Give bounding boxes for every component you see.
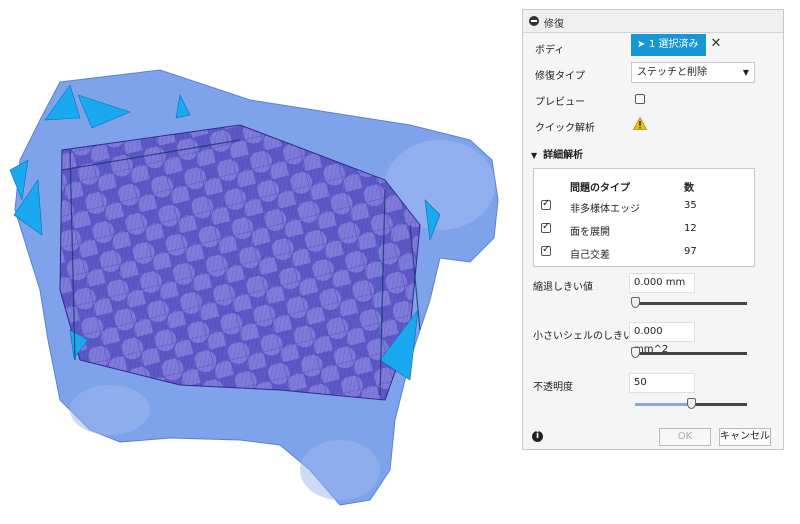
shrink-threshold-slider[interactable] — [631, 297, 747, 308]
detail-section-header[interactable]: ▼ 詳細解析 — [531, 146, 583, 161]
slider-fill — [635, 403, 691, 406]
repair-panel: 修復 ボディ ➤ 1 選択済み ✕ 修復タイプ ステッチと削除 ▼ プレビュー … — [522, 9, 784, 450]
table-row-count: 12 — [684, 223, 697, 234]
shrink-threshold-input[interactable]: 0.000 mm — [629, 273, 695, 293]
small-shell-threshold-label: 小さいシェルのしきい値 — [533, 331, 643, 342]
slider-thumb[interactable] — [631, 297, 640, 308]
table-row-count: 35 — [684, 200, 697, 211]
detail-section-label: 詳細解析 — [543, 150, 584, 161]
mesh-body[interactable] — [0, 0, 520, 524]
repair-type-select[interactable]: ステッチと削除 ▼ — [631, 62, 755, 83]
col-type-header: 問題のタイプ — [570, 183, 630, 194]
small-shell-threshold-slider[interactable] — [631, 347, 747, 358]
warning-triangle-icon[interactable] — [633, 117, 647, 130]
slider-thumb[interactable] — [631, 347, 640, 358]
panel-title: 修復 — [544, 19, 564, 30]
ok-button[interactable]: OK — [659, 428, 711, 446]
table-row-type: 非多様体エッジ — [570, 204, 640, 215]
row-checkbox-2[interactable] — [541, 244, 551, 256]
table-row-type: 面を展開 — [570, 227, 610, 238]
minus-circle-icon[interactable] — [529, 16, 539, 26]
shrink-threshold-label: 縮退しきい値 — [533, 282, 593, 293]
cursor-arrow-icon: ➤ — [637, 39, 646, 50]
problem-table: 問題のタイプ 数 非多様体エッジ 35 面を展開 12 自己交差 97 — [533, 168, 755, 267]
repair-type-label: 修復タイプ — [535, 71, 585, 82]
row-checkbox-0[interactable] — [541, 198, 551, 210]
row-checkbox-1[interactable] — [541, 221, 551, 233]
opacity-input[interactable]: 50 — [629, 373, 695, 393]
close-icon[interactable]: ✕ — [710, 37, 722, 50]
panel-header: 修復 — [523, 10, 783, 33]
quick-analysis-label: クイック解析 — [535, 123, 595, 134]
slider-thumb[interactable] — [687, 398, 696, 409]
triangle-down-icon: ▼ — [531, 151, 538, 160]
cancel-button[interactable]: キャンセル — [719, 428, 771, 446]
chevron-down-icon: ▼ — [742, 68, 749, 77]
body-label: ボディ — [535, 45, 565, 56]
model-viewport[interactable] — [0, 0, 520, 524]
preview-label: プレビュー — [535, 97, 585, 108]
opacity-label: 不透明度 — [533, 382, 573, 393]
small-shell-threshold-input[interactable]: 0.000 mm^2 — [629, 322, 695, 355]
repair-type-value: ステッチと削除 — [637, 67, 707, 78]
opacity-slider[interactable] — [635, 398, 747, 409]
table-row-count: 97 — [684, 246, 697, 257]
table-row-type: 自己交差 — [570, 250, 610, 261]
body-select-button[interactable]: ➤ 1 選択済み — [631, 34, 706, 56]
col-count-header: 数 — [684, 183, 694, 194]
selection-count: 1 選択済み — [649, 39, 699, 50]
info-icon[interactable]: i — [532, 431, 543, 442]
preview-checkbox[interactable] — [635, 94, 645, 104]
